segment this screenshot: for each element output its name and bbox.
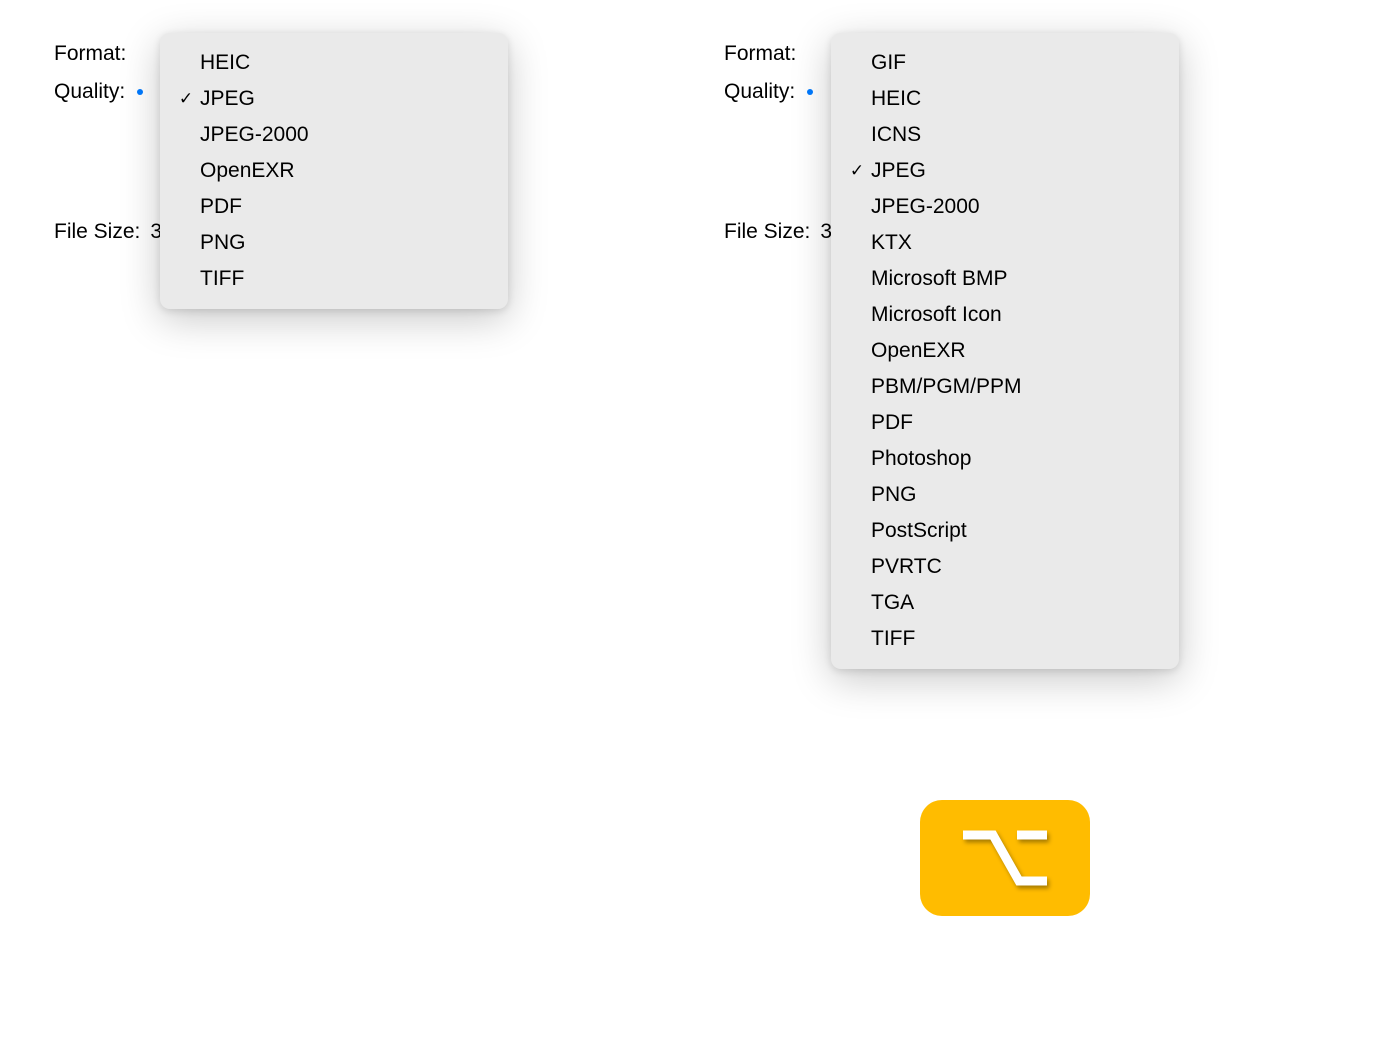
quality-slider-indicator[interactable]: [807, 89, 813, 95]
dropdown-item-label: PBM/PGM/PPM: [871, 375, 1155, 399]
export-panel-left: Format: Quality: File Size: 3: [54, 42, 162, 258]
dropdown-item[interactable]: PBM/PGM/PPM: [831, 369, 1179, 405]
dropdown-item-label: TGA: [871, 591, 1155, 615]
dropdown-item[interactable]: GIF: [831, 45, 1179, 81]
dropdown-item[interactable]: TIFF: [831, 621, 1179, 657]
option-key-icon: [920, 800, 1090, 916]
format-label: Format:: [54, 42, 126, 66]
filesize-row: File Size: 3: [54, 220, 162, 244]
format-row: Format:: [724, 42, 832, 66]
dropdown-item-label: PostScript: [871, 519, 1155, 543]
checkmark-icon: ✓: [172, 89, 200, 109]
format-dropdown-right[interactable]: GIFHEICICNS✓JPEGJPEG-2000KTXMicrosoft BM…: [831, 33, 1179, 669]
dropdown-item[interactable]: PNG: [160, 225, 508, 261]
dropdown-item-label: JPEG: [871, 159, 1155, 183]
dropdown-item[interactable]: JPEG-2000: [831, 189, 1179, 225]
quality-slider-indicator[interactable]: [137, 89, 143, 95]
dropdown-item[interactable]: TIFF: [160, 261, 508, 297]
dropdown-item[interactable]: PNG: [831, 477, 1179, 513]
dropdown-item[interactable]: PDF: [831, 405, 1179, 441]
dropdown-item[interactable]: HEIC: [160, 45, 508, 81]
dropdown-item[interactable]: Photoshop: [831, 441, 1179, 477]
dropdown-item[interactable]: OpenEXR: [160, 153, 508, 189]
dropdown-item[interactable]: OpenEXR: [831, 333, 1179, 369]
dropdown-item[interactable]: ✓JPEG: [831, 153, 1179, 189]
option-key-glyph: [955, 823, 1055, 893]
dropdown-item[interactable]: KTX: [831, 225, 1179, 261]
format-row: Format:: [54, 42, 162, 66]
dropdown-item-label: PNG: [871, 483, 1155, 507]
dropdown-item-label: HEIC: [871, 87, 1155, 111]
export-panel-right: Format: Quality: File Size: 3: [724, 42, 832, 258]
dropdown-item-label: TIFF: [200, 267, 484, 291]
dropdown-item-label: OpenEXR: [200, 159, 484, 183]
filesize-label: File Size:: [724, 220, 810, 244]
dropdown-item[interactable]: ✓JPEG: [160, 81, 508, 117]
dropdown-item-label: Photoshop: [871, 447, 1155, 471]
dropdown-item-label: JPEG-2000: [200, 123, 484, 147]
dropdown-item[interactable]: TGA: [831, 585, 1179, 621]
dropdown-item-label: PVRTC: [871, 555, 1155, 579]
dropdown-item[interactable]: PDF: [160, 189, 508, 225]
dropdown-item[interactable]: Microsoft BMP: [831, 261, 1179, 297]
dropdown-item-label: JPEG: [200, 87, 484, 111]
dropdown-item[interactable]: ICNS: [831, 117, 1179, 153]
filesize-row: File Size: 3: [724, 220, 832, 244]
quality-label: Quality:: [54, 80, 125, 104]
dropdown-item[interactable]: PostScript: [831, 513, 1179, 549]
dropdown-item-label: GIF: [871, 51, 1155, 75]
dropdown-item[interactable]: HEIC: [831, 81, 1179, 117]
dropdown-item-label: PDF: [871, 411, 1155, 435]
format-dropdown-left[interactable]: HEIC✓JPEGJPEG-2000OpenEXRPDFPNGTIFF: [160, 33, 508, 309]
quality-row: Quality:: [724, 80, 832, 104]
dropdown-item[interactable]: PVRTC: [831, 549, 1179, 585]
dropdown-item[interactable]: JPEG-2000: [160, 117, 508, 153]
dropdown-item[interactable]: Microsoft Icon: [831, 297, 1179, 333]
dropdown-item-label: HEIC: [200, 51, 484, 75]
quality-row: Quality:: [54, 80, 162, 104]
filesize-label: File Size:: [54, 220, 140, 244]
dropdown-item-label: Microsoft Icon: [871, 303, 1155, 327]
dropdown-item-label: Microsoft BMP: [871, 267, 1155, 291]
format-label: Format:: [724, 42, 796, 66]
checkmark-icon: ✓: [843, 161, 871, 181]
dropdown-item-label: TIFF: [871, 627, 1155, 651]
quality-label: Quality:: [724, 80, 795, 104]
dropdown-item-label: KTX: [871, 231, 1155, 255]
dropdown-item-label: PDF: [200, 195, 484, 219]
dropdown-item-label: OpenEXR: [871, 339, 1155, 363]
dropdown-item-label: ICNS: [871, 123, 1155, 147]
dropdown-item-label: JPEG-2000: [871, 195, 1155, 219]
dropdown-item-label: PNG: [200, 231, 484, 255]
